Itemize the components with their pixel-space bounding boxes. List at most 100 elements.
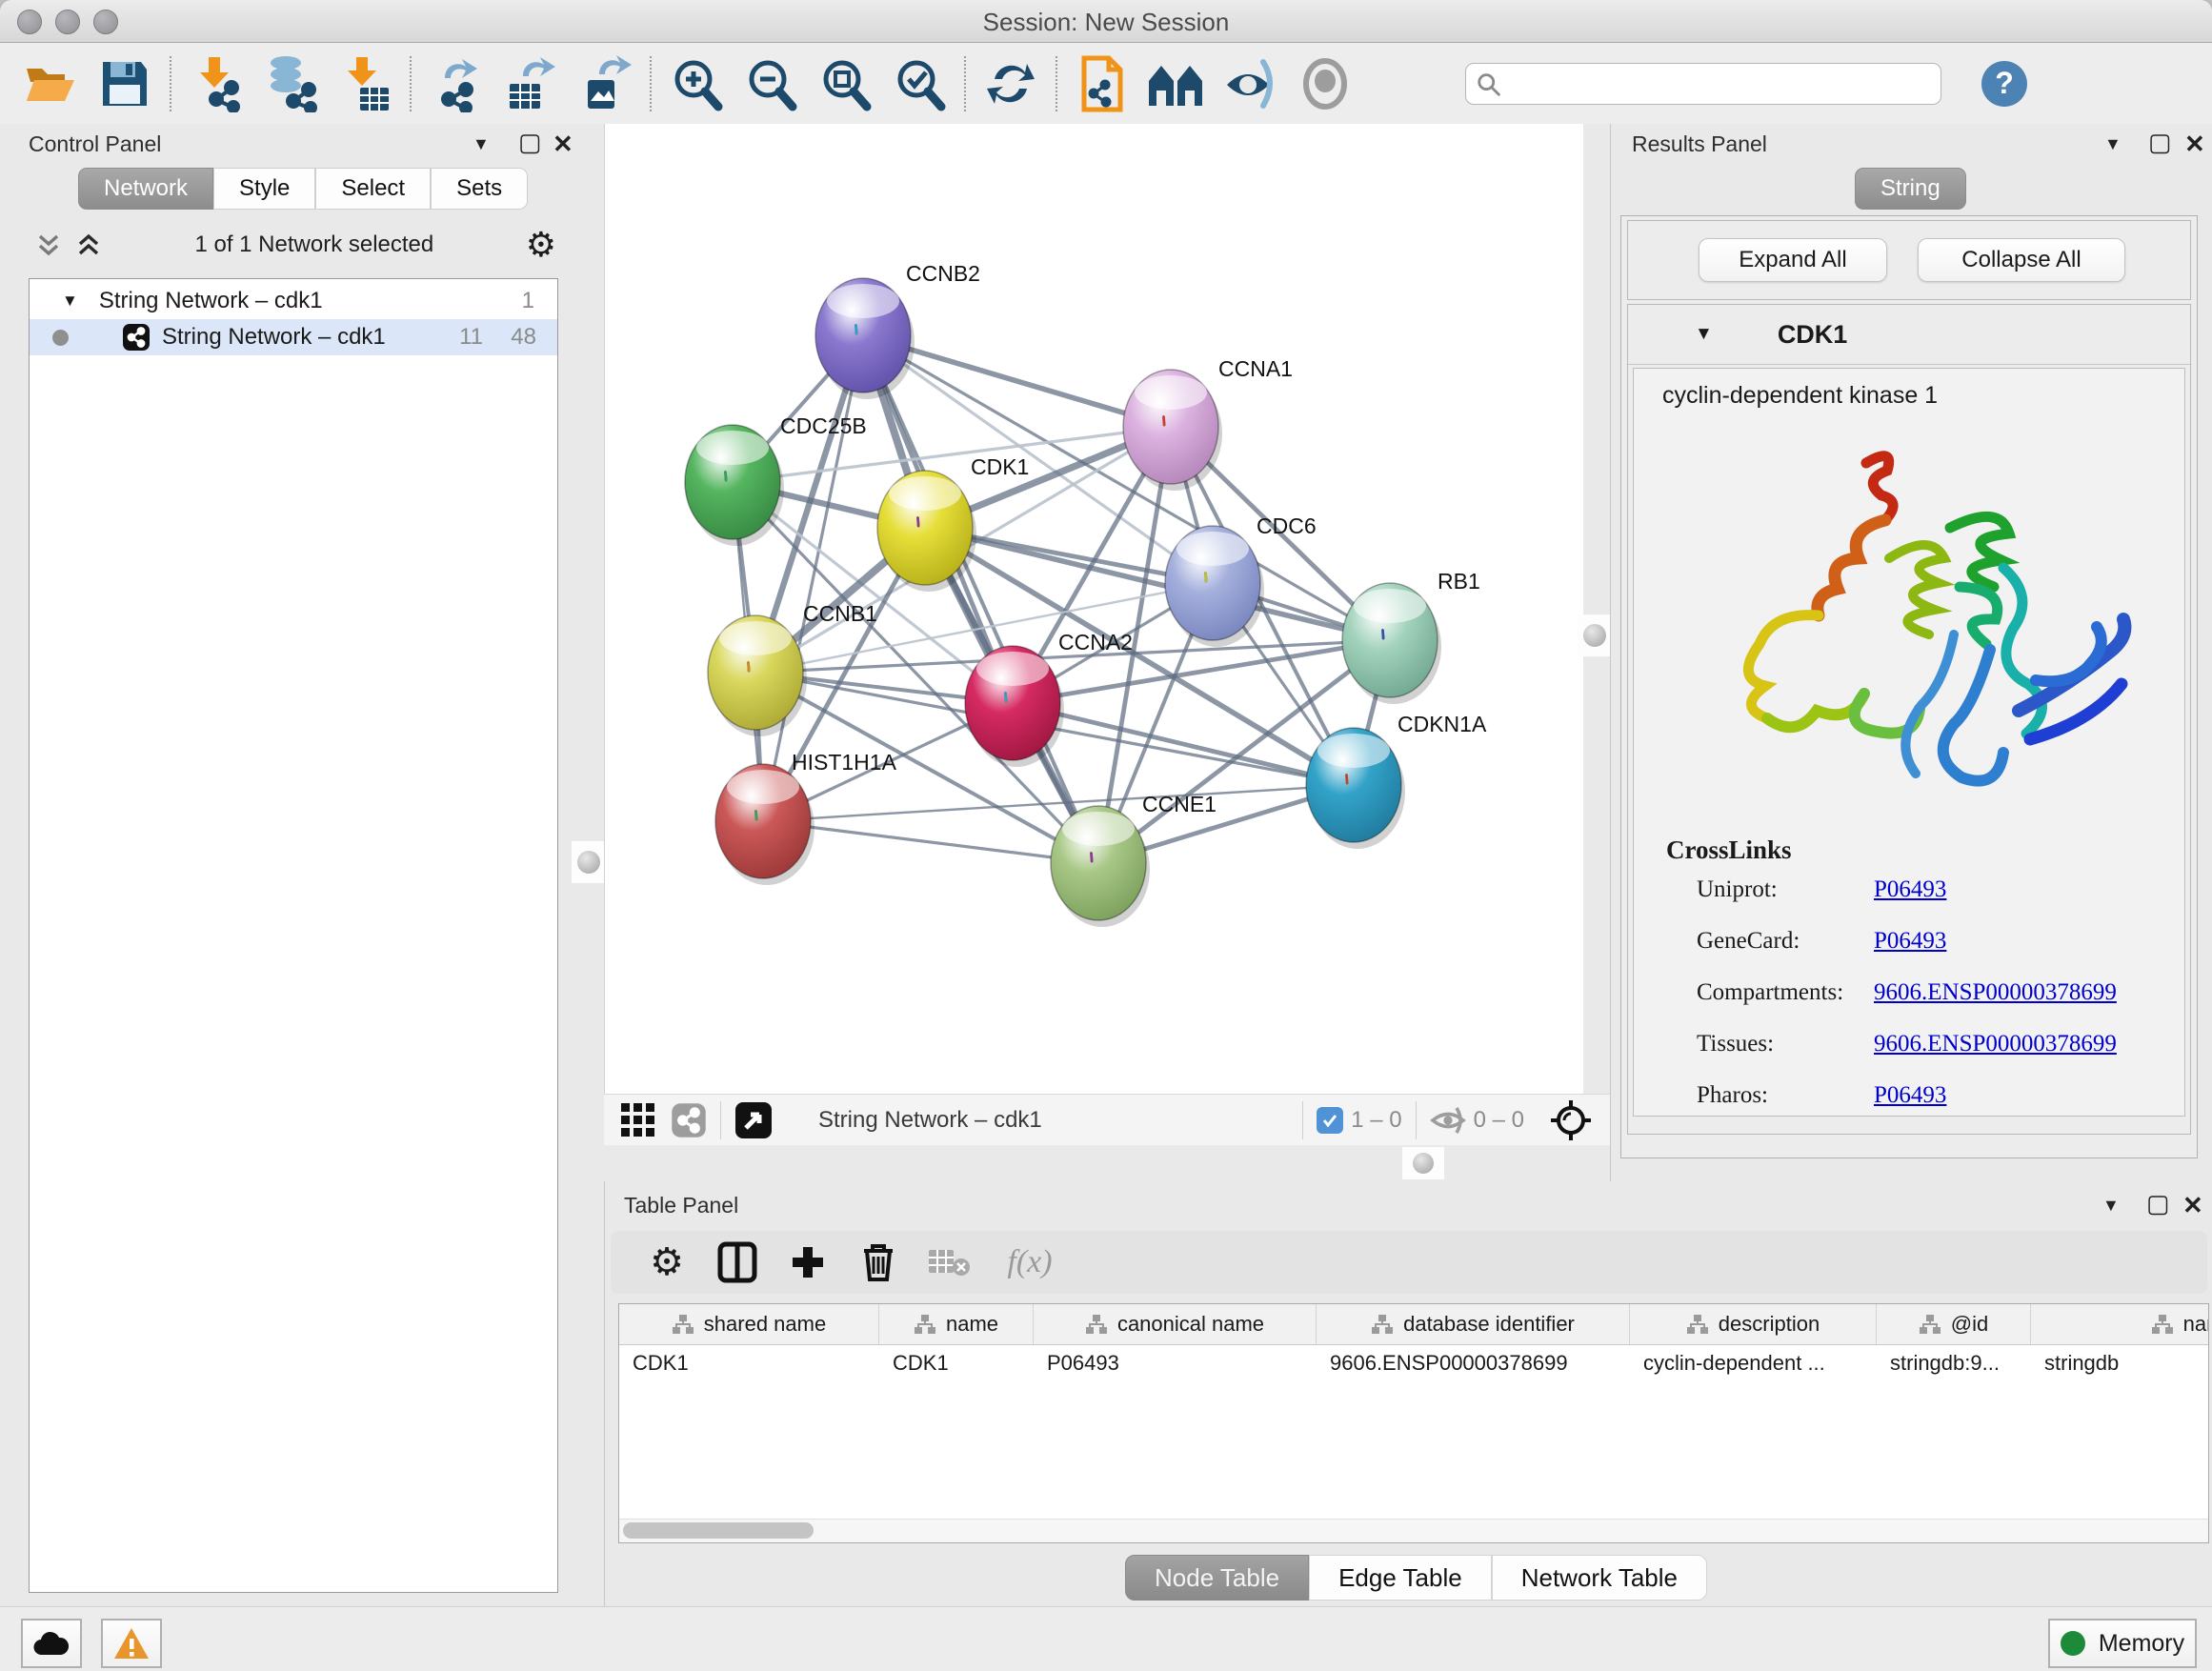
cdk1-section-header[interactable]: ▼ CDK1 bbox=[1628, 305, 2190, 365]
network-node-ccna1[interactable]: CCNA1 bbox=[1123, 356, 1293, 491]
crosslink-link[interactable]: P06493 bbox=[1874, 1082, 1946, 1109]
protein-description: cyclin-dependent kinase 1 bbox=[1662, 382, 2184, 410]
memory-status-dot-icon bbox=[2061, 1631, 2085, 1656]
delete-column-button[interactable] bbox=[843, 1241, 914, 1283]
network-row[interactable]: String Network – cdk1 11 48 bbox=[30, 319, 557, 355]
collapse-all-button[interactable]: Collapse All bbox=[1918, 238, 2125, 282]
network-edge[interactable] bbox=[863, 335, 1098, 863]
hide-selected-button[interactable] bbox=[1214, 52, 1288, 115]
panel-menu-arrow-icon[interactable]: ▼ bbox=[2104, 135, 2122, 152]
crosslink-link[interactable]: 9606.ENSP00000378699 bbox=[1874, 979, 2117, 1006]
help-button[interactable]: ? bbox=[1981, 61, 2027, 107]
network-graph[interactable]: CCNB2CCNA1CDC25BCDK1CDC6RB1CCNB1CCNA2CDK… bbox=[605, 124, 1584, 1094]
crosslink-label: GeneCard: bbox=[1697, 928, 1800, 954]
table-horizontal-scrollbar[interactable] bbox=[619, 1519, 2208, 1542]
crosslink-link[interactable]: P06493 bbox=[1874, 928, 1946, 955]
fit-selected-crosshair-icon[interactable] bbox=[1549, 1098, 1593, 1142]
network-collection-row[interactable]: ▼ String Network – cdk1 1 bbox=[30, 283, 557, 319]
panel-float-icon[interactable]: ▢ bbox=[2148, 130, 2172, 154]
zoom-out-button[interactable] bbox=[734, 52, 808, 115]
tab-string[interactable]: String bbox=[1855, 168, 1966, 210]
expand-all-icon[interactable] bbox=[74, 231, 103, 259]
panel-close-icon[interactable]: ✕ bbox=[553, 131, 573, 156]
results-buttons-bar: Expand All Collapse All bbox=[1627, 220, 2191, 300]
export-network-button[interactable] bbox=[419, 52, 493, 115]
open-session-button[interactable] bbox=[13, 52, 88, 115]
network-node-hist1h1a[interactable]: HIST1H1A bbox=[715, 750, 897, 885]
scrollbar-thumb[interactable] bbox=[623, 1522, 814, 1539]
tree-expander-icon[interactable]: ▼ bbox=[62, 292, 78, 311]
selected-nodes-checkbox[interactable] bbox=[1317, 1107, 1343, 1134]
panel-menu-arrow-icon[interactable]: ▼ bbox=[2102, 1197, 2120, 1214]
network-list-icon[interactable] bbox=[671, 1102, 707, 1138]
crosslink-link[interactable]: P06493 bbox=[1874, 876, 1946, 903]
network-node-ccne1[interactable]: CCNE1 bbox=[1051, 792, 1217, 927]
panel-close-icon[interactable]: ✕ bbox=[2182, 1193, 2203, 1218]
tab-edge-table[interactable]: Edge Table bbox=[1309, 1555, 1492, 1601]
import-network-file-button[interactable] bbox=[179, 52, 253, 115]
import-network-database-button[interactable] bbox=[253, 52, 328, 115]
grid-view-icon[interactable] bbox=[619, 1101, 657, 1139]
zoom-fit-button[interactable] bbox=[808, 52, 882, 115]
show-all-button[interactable] bbox=[1288, 52, 1362, 115]
refresh-layout-button[interactable] bbox=[974, 52, 1048, 115]
crosslink-link[interactable]: 9606.ENSP00000378699 bbox=[1874, 1031, 2117, 1057]
birdseye-icon[interactable] bbox=[734, 1101, 773, 1139]
panel-menu-arrow-icon[interactable]: ▼ bbox=[473, 135, 490, 152]
group-nodes-button[interactable] bbox=[1139, 52, 1214, 115]
column-header-namespace[interactable]: namespace bbox=[2031, 1304, 2209, 1344]
network-canvas[interactable]: CCNB2CCNA1CDC25BCDK1CDC6RB1CCNB1CCNA2CDK… bbox=[604, 124, 1584, 1094]
search-input[interactable] bbox=[1500, 70, 1931, 98]
tab-sets[interactable]: Sets bbox=[431, 168, 528, 210]
delete-table-button[interactable] bbox=[914, 1246, 984, 1278]
panel-float-icon[interactable]: ▢ bbox=[518, 130, 542, 154]
zoom-selected-button[interactable] bbox=[882, 52, 956, 115]
column-header-canonical-name[interactable]: canonical name bbox=[1034, 1304, 1317, 1344]
table-settings-button[interactable]: ⚙ bbox=[632, 1243, 702, 1281]
network-node-cdc6[interactable]: CDC6 bbox=[1165, 513, 1317, 647]
panel-float-icon[interactable]: ▢ bbox=[2146, 1191, 2170, 1216]
left-splitter-handle[interactable] bbox=[572, 841, 606, 883]
network-node-cdkn1a[interactable]: CDKN1A bbox=[1306, 712, 1487, 849]
column-header-at-id[interactable]: @id bbox=[1877, 1304, 2031, 1344]
right-splitter[interactable] bbox=[1583, 124, 1610, 1094]
import-table-file-button[interactable] bbox=[328, 52, 402, 115]
tab-node-table[interactable]: Node Table bbox=[1125, 1555, 1309, 1601]
column-header-database-identifier[interactable]: database identifier bbox=[1317, 1304, 1630, 1344]
zoom-in-button[interactable] bbox=[659, 52, 734, 115]
network-name: String Network – cdk1 bbox=[162, 324, 386, 351]
tab-select[interactable]: Select bbox=[315, 168, 431, 210]
global-search-field[interactable] bbox=[1465, 63, 1941, 105]
network-node-ccnb2[interactable]: CCNB2 bbox=[815, 261, 980, 399]
table-row[interactable]: CDK1CDK1P064939606.ENSP00000378699cyclin… bbox=[619, 1345, 2208, 1381]
network-selection-status: 1 of 1 Network selected bbox=[103, 232, 526, 258]
tab-network[interactable]: Network bbox=[78, 168, 213, 210]
show-columns-button[interactable] bbox=[702, 1241, 773, 1283]
right-splitter-handle[interactable] bbox=[1578, 614, 1612, 656]
network-options-gear-icon[interactable]: ⚙ bbox=[526, 228, 556, 262]
column-header-shared-name[interactable]: shared name bbox=[619, 1304, 879, 1344]
section-expander-icon[interactable]: ▼ bbox=[1695, 324, 1713, 345]
panel-close-icon[interactable]: ✕ bbox=[2184, 131, 2205, 156]
add-column-button[interactable] bbox=[773, 1243, 843, 1281]
expand-all-button[interactable]: Expand All bbox=[1699, 238, 1887, 282]
export-table-button[interactable] bbox=[493, 52, 568, 115]
memory-button[interactable]: Memory bbox=[2048, 1619, 2197, 1668]
export-image-button[interactable] bbox=[568, 52, 642, 115]
hidden-eye-slash-icon[interactable] bbox=[1430, 1106, 1466, 1135]
network-node-rb1[interactable]: RB1 bbox=[1342, 569, 1480, 704]
tab-style[interactable]: Style bbox=[213, 168, 315, 210]
horizontal-splitter-handle[interactable] bbox=[1402, 1147, 1444, 1179]
network-edge[interactable] bbox=[763, 335, 863, 821]
table-cell: CDK1 bbox=[619, 1345, 879, 1381]
column-header-name[interactable]: name bbox=[879, 1304, 1034, 1344]
string-document-button[interactable] bbox=[1065, 52, 1139, 115]
cloud-button[interactable] bbox=[21, 1619, 82, 1668]
warnings-button[interactable] bbox=[101, 1619, 162, 1668]
function-builder-button[interactable]: f(x) bbox=[984, 1244, 1076, 1280]
left-splitter[interactable] bbox=[572, 124, 604, 1145]
tab-network-table[interactable]: Network Table bbox=[1492, 1555, 1707, 1601]
collapse-all-icon[interactable] bbox=[34, 231, 63, 259]
column-header-description[interactable]: description bbox=[1630, 1304, 1877, 1344]
save-session-button[interactable] bbox=[88, 52, 162, 115]
